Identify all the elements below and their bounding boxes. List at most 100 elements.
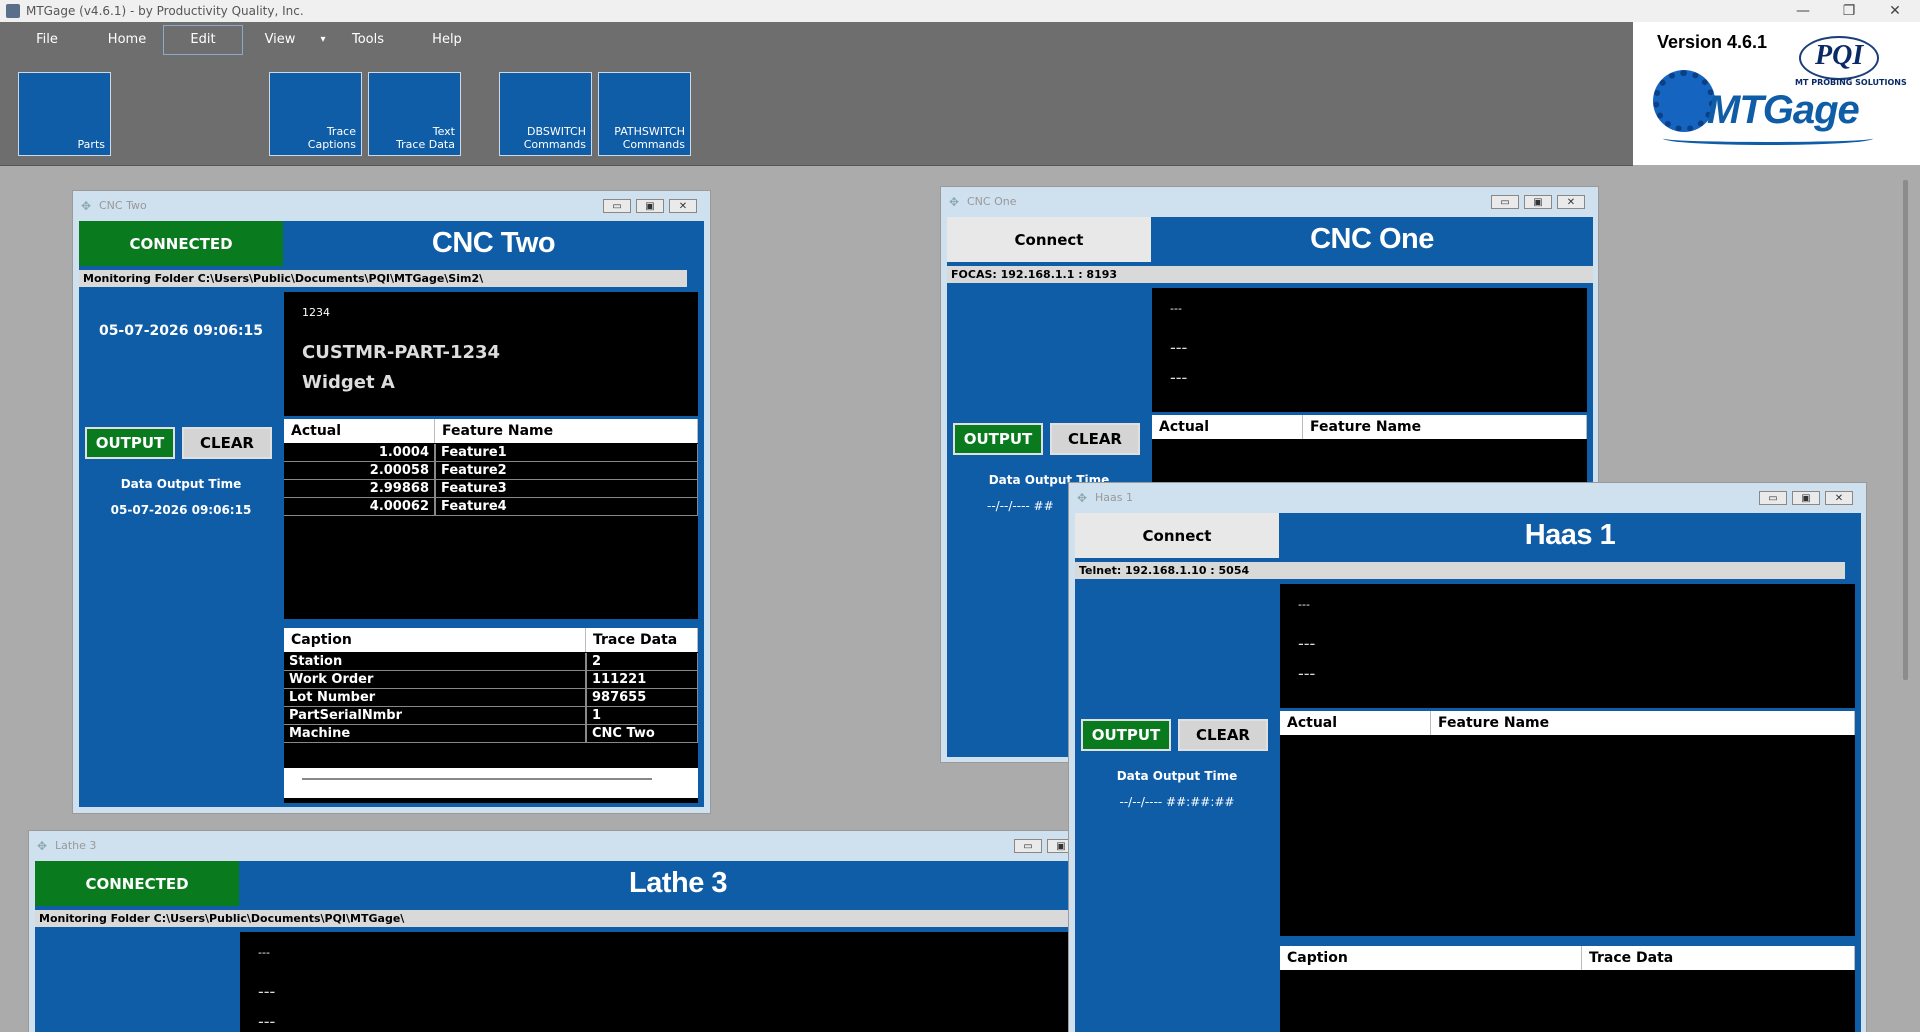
window-haas-1[interactable]: ✥ Haas 1 ▭ ▣ ✕ Connect Haas 1 Telnet: 19… [1068,482,1867,1032]
machine-title: CNC One [1310,223,1434,255]
part-name: --- [258,982,276,1001]
output-button[interactable]: OUTPUT [1081,719,1171,751]
mdi-workspace: ✥ CNC Two ▭ ▣ ✕ CONNECTED CNC Two Monito… [0,166,1920,1032]
restore-button[interactable]: ❐ [1827,0,1871,22]
column-header-trace-data[interactable]: Trace Data [1582,946,1855,970]
column-header-feature-name[interactable]: Feature Name [1431,711,1855,735]
logo-swoosh-icon [1663,132,1873,145]
menu-bar: File Home Edit View ▾ Tools Help [0,22,1633,57]
workspace-vertical-scrollbar[interactable] [1903,180,1908,680]
text-trace-data-button[interactable]: Text Trace Data [368,72,461,156]
minimize-button[interactable]: — [1781,0,1825,22]
window-body: Connect Haas 1 Telnet: 192.168.1.10 : 50… [1075,513,1861,1032]
menu-tools[interactable]: Tools [329,25,407,55]
clear-button[interactable]: CLEAR [1050,423,1140,455]
part-info-panel: --- --- --- [1280,584,1855,708]
part-name: CUSTMR-PART-1234 [302,342,501,363]
machine-title: Haas 1 [1524,519,1616,551]
part-number: --- [258,946,270,959]
output-button[interactable]: OUTPUT [85,427,175,459]
window-close-button[interactable]: ✕ [1825,491,1853,505]
horizontal-scrollbar[interactable] [284,768,698,798]
part-name: --- [1298,634,1316,653]
column-header-actual[interactable]: Actual [1152,415,1303,439]
trace-captions-button[interactable]: Trace Captions [269,72,362,156]
scrollbar-thumb[interactable] [302,778,652,780]
part-description: --- [1298,664,1316,683]
gear-icon [1653,70,1715,132]
menu-help[interactable]: Help [407,25,487,55]
window-minimize-button[interactable]: ▭ [1759,491,1787,505]
connect-button[interactable]: Connect [947,217,1151,262]
table-row[interactable]: Machine CNC Two [284,725,698,743]
parts-button[interactable]: Parts [18,72,111,156]
column-header-feature-name[interactable]: Feature Name [435,419,698,443]
part-number: --- [1170,302,1182,315]
part-datetime: 05-07-2026 09:06:15 [98,323,264,339]
window-titlebar[interactable]: ✥ Lathe 3 [29,831,1087,860]
menu-edit[interactable]: Edit [163,24,243,55]
table-row[interactable]: 1.0004 Feature1 [284,444,698,462]
focas-connection-info: FOCAS: 192.168.1.1 : 8193 [947,266,1593,283]
table-row[interactable]: Station 2 [284,653,698,671]
column-header-caption[interactable]: Caption [284,628,586,652]
column-header-caption[interactable]: Caption [1280,946,1582,970]
clear-button[interactable]: CLEAR [1178,719,1268,751]
connect-button[interactable]: Connect [1075,513,1279,558]
window-maximize-button[interactable]: ▣ [1792,491,1820,505]
app-title: MTGage (v4.6.1) - by Productivity Qualit… [26,4,304,18]
table-row[interactable]: Work Order 111221 [284,671,698,689]
connection-status-button[interactable]: CONNECTED [79,221,283,266]
app-titlebar: MTGage (v4.6.1) - by Productivity Qualit… [0,0,1920,22]
data-output-time: 05-07-2026 09:06:15 [110,503,252,517]
window-title: Lathe 3 [55,839,97,852]
window-icon: ✥ [949,194,960,209]
window-lathe-3[interactable]: ✥ Lathe 3 ▭ ▣ CONNECTED Lathe 3 Monitori… [28,830,1088,1032]
data-output-time-label: Data Output Time [120,477,242,491]
column-header-trace-data[interactable]: Trace Data [586,628,698,652]
table-row[interactable]: 2.00058 Feature2 [284,462,698,480]
table-row[interactable]: PartSerialNmbr 1 [284,707,698,725]
menu-view-dropdown-icon[interactable]: ▾ [317,25,329,55]
table-row[interactable]: Lot Number 987655 [284,689,698,707]
table-row[interactable]: 4.00062 Feature4 [284,498,698,516]
machine-title: Lathe 3 [629,867,728,899]
ribbon: Parts Trace Captions Text Trace Data DBS… [0,57,1633,166]
window-titlebar[interactable]: ✥ Haas 1 [1069,483,1866,512]
trace-data-table[interactable]: Caption Trace Data [1280,946,1855,1032]
window-minimize-button[interactable]: ▭ [1014,839,1042,853]
connection-status-button[interactable]: CONNECTED [35,861,239,906]
close-button[interactable]: ✕ [1873,0,1917,22]
window-title: CNC Two [99,199,147,212]
part-info-panel: --- --- --- [240,932,1083,1032]
window-icon: ✥ [81,198,92,213]
part-name: --- [1170,338,1188,357]
clear-button[interactable]: CLEAR [182,427,272,459]
pathswitch-commands-button[interactable]: PATHSWITCH Commands [598,72,691,156]
menu-view[interactable]: View [243,25,317,55]
trace-data-table[interactable]: Caption Trace Data Station 2 Work Order … [284,628,698,803]
table-row[interactable]: 2.99868 Feature3 [284,480,698,498]
menu-file[interactable]: File [0,25,94,55]
features-table[interactable]: Actual Feature Name 1.0004 Feature1 2.00… [284,419,698,619]
features-table[interactable]: Actual Feature Name [1280,711,1855,936]
window-minimize-button[interactable]: ▭ [603,199,631,213]
dbswitch-commands-button[interactable]: DBSWITCH Commands [499,72,592,156]
app-icon [6,4,20,18]
window-close-button[interactable]: ✕ [1557,195,1585,209]
monitoring-folder-info: Monitoring Folder C:\Users\Public\Docume… [79,270,687,287]
window-maximize-button[interactable]: ▣ [1524,195,1552,209]
window-minimize-button[interactable]: ▭ [1491,195,1519,209]
window-maximize-button[interactable]: ▣ [636,199,664,213]
part-info-panel: --- --- --- [1152,288,1587,412]
window-icon: ✥ [37,838,48,853]
window-close-button[interactable]: ✕ [669,199,697,213]
column-header-actual[interactable]: Actual [1280,711,1431,735]
window-body: CONNECTED CNC Two Monitoring Folder C:\U… [79,221,704,807]
menu-home[interactable]: Home [94,25,160,55]
column-header-feature-name[interactable]: Feature Name [1303,415,1587,439]
window-cnc-two[interactable]: ✥ CNC Two ▭ ▣ ✕ CONNECTED CNC Two Monito… [72,190,711,814]
column-header-actual[interactable]: Actual [284,419,435,443]
output-button[interactable]: OUTPUT [953,423,1043,455]
pqi-logo-text: PQI [1815,40,1864,71]
